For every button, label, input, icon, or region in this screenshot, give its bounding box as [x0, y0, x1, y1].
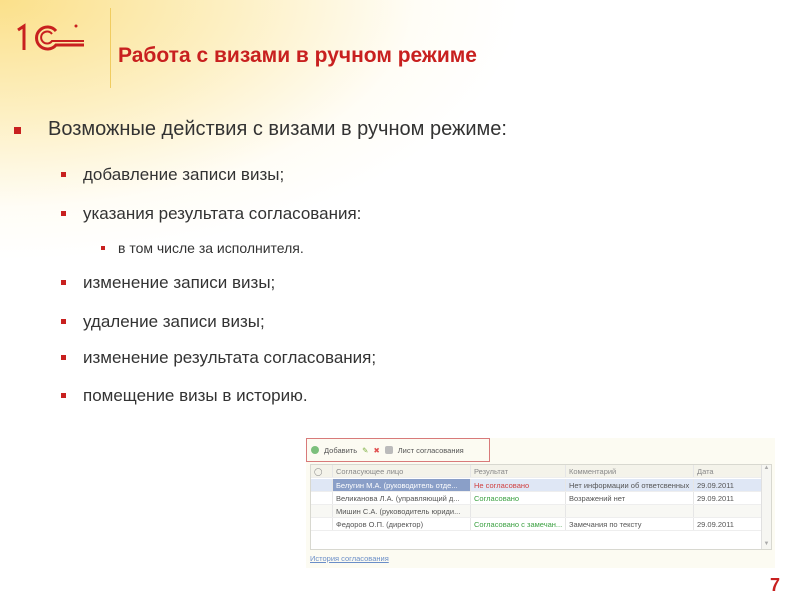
column-header[interactable]: Согласующее лицо: [333, 465, 471, 477]
main-bullet: Возможные действия с визами в ручном реж…: [14, 118, 507, 141]
cell-result: Согласовано с замечан...: [471, 518, 566, 530]
slide-title: Работа с визами в ручном режиме: [118, 44, 477, 67]
cell-name: Мишин С.А. (руководитель юриди...: [333, 505, 471, 517]
add-button[interactable]: Добавить: [324, 446, 357, 455]
cell-comment: Возражений нет: [566, 492, 694, 504]
list-item: указания результата согласования:: [61, 204, 361, 224]
scroll-up-icon[interactable]: ▲: [762, 465, 771, 471]
1c-logo: [17, 23, 84, 51]
list-item: помещение визы в историю.: [61, 386, 308, 406]
cell-name: Великанова Л.А. (управляющий д...: [333, 492, 471, 504]
cell-date: 29.09.2011: [694, 518, 763, 530]
edit-icon[interactable]: ✎: [362, 446, 368, 455]
list-item: добавление записи визы;: [61, 165, 284, 185]
table-row[interactable]: Белугин М.А. (руководитель отде... Не со…: [311, 479, 763, 492]
add-icon: [311, 446, 319, 454]
cell-date: 29.09.2011: [694, 492, 763, 504]
cell-comment: [566, 505, 694, 517]
table-row[interactable]: Мишин С.А. (руководитель юриди...: [311, 505, 763, 518]
toolbar: Добавить ✎ ✖ Лист согласования: [306, 438, 490, 462]
sub-list-item: в том числе за исполнителя.: [101, 240, 304, 256]
scroll-down-icon[interactable]: ▼: [762, 541, 771, 547]
approval-sheet-button[interactable]: Лист согласования: [398, 446, 464, 455]
cell-name: Федоров О.П. (директор): [333, 518, 471, 530]
history-link[interactable]: История согласования: [310, 554, 389, 563]
cell-comment: Замечания по тексту: [566, 518, 694, 530]
visa-table: ◯ Согласующее лицо Результат Комментарий…: [310, 464, 772, 550]
page-number: 7: [769, 575, 780, 595]
list-item: изменение записи визы;: [61, 273, 275, 293]
table-row[interactable]: Федоров О.П. (директор) Согласовано с за…: [311, 518, 763, 531]
cell-result: Не согласовано: [471, 479, 566, 491]
table-header: ◯ Согласующее лицо Результат Комментарий…: [311, 465, 763, 478]
cell-date: 29.09.2011: [694, 479, 763, 491]
cell-comment: Нет информации об ответсвенных: [566, 479, 694, 491]
list-item: удаление записи визы;: [61, 312, 265, 332]
cell-date: [694, 505, 763, 517]
header-divider: [110, 8, 111, 88]
cell-name: Белугин М.А. (руководитель отде...: [333, 479, 471, 491]
cell-result: Согласовано: [471, 492, 566, 504]
column-header[interactable]: Результат: [471, 465, 566, 477]
table-row[interactable]: Великанова Л.А. (управляющий д... Соглас…: [311, 492, 763, 505]
column-header[interactable]: Комментарий: [566, 465, 694, 477]
embedded-screenshot: Добавить ✎ ✖ Лист согласования ◯ Согласу…: [306, 438, 775, 568]
delete-icon[interactable]: ✖: [373, 446, 379, 455]
print-icon: [384, 446, 393, 454]
scrollbar[interactable]: ▲ ▼: [761, 465, 771, 549]
select-all-icon[interactable]: ◯: [311, 465, 333, 477]
column-header[interactable]: Дата: [694, 465, 763, 477]
cell-result: [471, 505, 566, 517]
list-item: изменение результата согласования;: [61, 348, 376, 368]
